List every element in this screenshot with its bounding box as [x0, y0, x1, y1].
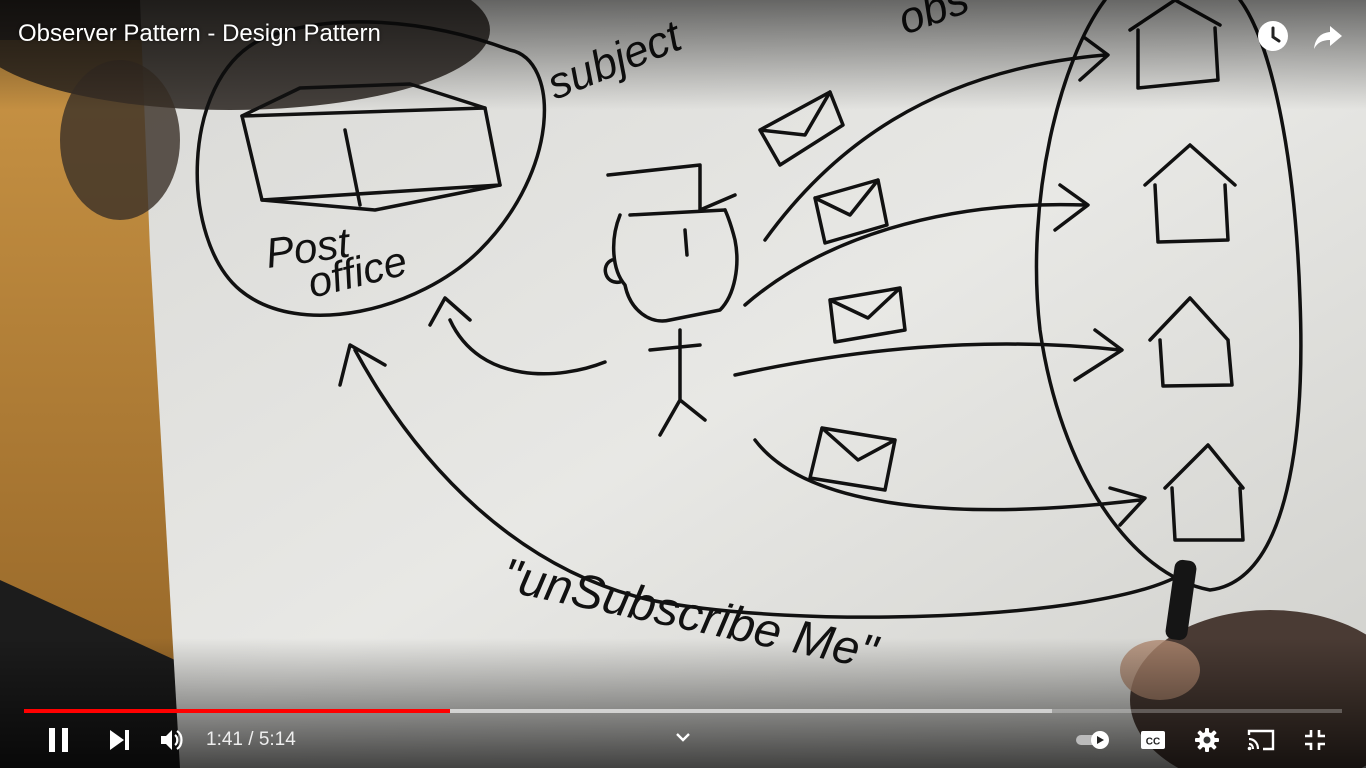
- chevron-down-icon: [676, 733, 690, 742]
- volume-button[interactable]: [152, 720, 192, 760]
- chapters-chevron-button[interactable]: [671, 725, 695, 749]
- autoplay-toggle-icon: [1076, 731, 1109, 749]
- pause-icon: [49, 728, 68, 752]
- progress-played: [24, 709, 450, 713]
- watch-later-button[interactable]: [1253, 16, 1293, 56]
- cast-icon: [1247, 729, 1275, 751]
- pause-button[interactable]: [39, 720, 79, 760]
- duration: 5:14: [258, 729, 296, 750]
- exit-fullscreen-button[interactable]: [1295, 720, 1335, 760]
- autoplay-toggle[interactable]: [1073, 720, 1113, 760]
- video-player[interactable]: Post office subject obs "unSubscribe Me"…: [0, 0, 1366, 768]
- settings-button[interactable]: [1187, 720, 1227, 760]
- current-time: 1:41: [206, 729, 243, 750]
- share-icon: [1314, 26, 1342, 49]
- clock-icon: [1258, 21, 1288, 51]
- next-button[interactable]: [100, 720, 140, 760]
- exit-fullscreen-icon: [1305, 730, 1325, 750]
- time-separator: /: [242, 729, 259, 750]
- progress-bar[interactable]: [24, 707, 1342, 715]
- time-display: 1:41 / 5:14: [206, 729, 296, 751]
- next-icon: [110, 730, 129, 750]
- cast-button[interactable]: [1241, 720, 1281, 760]
- cc-icon: CC: [1141, 731, 1165, 749]
- svg-text:CC: CC: [1146, 737, 1160, 748]
- gear-icon: [1195, 728, 1219, 752]
- volume-icon: [161, 730, 183, 750]
- captions-button[interactable]: CC: [1133, 720, 1173, 760]
- video-frame: Post office subject obs "unSubscribe Me": [0, 0, 1366, 768]
- share-button[interactable]: [1308, 16, 1348, 56]
- video-title[interactable]: Observer Pattern - Design Pattern: [18, 20, 381, 48]
